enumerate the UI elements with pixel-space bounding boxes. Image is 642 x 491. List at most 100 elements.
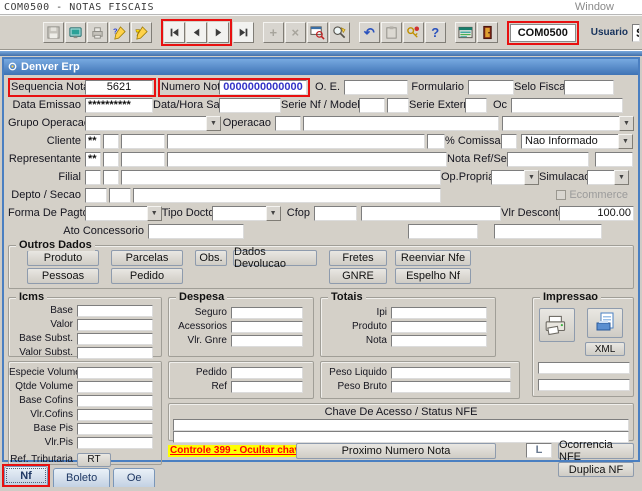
oe-field[interactable] <box>344 79 408 95</box>
chave-field-1[interactable] <box>173 419 629 431</box>
simulacao-dropdown[interactable] <box>587 169 629 185</box>
numero-nota-field[interactable]: 0000000000000 <box>219 79 307 95</box>
operacao-desc-field[interactable] <box>303 115 499 131</box>
gnre-button[interactable]: GNRE <box>329 268 387 284</box>
operacao-code-field[interactable] <box>275 115 301 131</box>
duplica-nf-button[interactable]: Duplica NF <box>558 462 634 477</box>
aux1-field[interactable] <box>408 223 478 239</box>
representante-code-field[interactable] <box>121 151 165 167</box>
forma-pagto-dropdown[interactable] <box>85 205 162 221</box>
comissao-tipo-dropdown[interactable]: Nao Informado <box>521 133 633 149</box>
comissao-field[interactable] <box>501 133 517 149</box>
screen-button[interactable] <box>64 22 86 43</box>
save-button[interactable] <box>42 22 64 43</box>
nav-last-button[interactable] <box>232 22 254 43</box>
icms-base-subst-field[interactable] <box>77 332 153 345</box>
parcelas-button[interactable]: Parcelas <box>111 250 183 266</box>
proximo-numero-nota-button[interactable]: Proximo Numero Nota <box>296 443 496 459</box>
vlr-pis-field[interactable] <box>77 436 153 449</box>
peso-bruto-field[interactable] <box>391 380 511 393</box>
window-menu[interactable]: Window <box>575 1 614 13</box>
cliente-flag-field[interactable]: ** <box>85 133 101 149</box>
tab-nf[interactable]: Nf <box>4 466 48 485</box>
qtde-volume-field[interactable] <box>77 380 153 393</box>
representante-nome-field[interactable] <box>167 151 447 167</box>
cliente-extra-field[interactable] <box>427 133 445 149</box>
data-hora-saida-field[interactable] <box>219 97 281 113</box>
delete-record-button[interactable]: × <box>284 22 306 43</box>
ref-field[interactable] <box>231 380 303 393</box>
representante-flag-field[interactable]: ** <box>85 151 101 167</box>
impressao-field-1[interactable] <box>538 362 630 374</box>
print-button[interactable] <box>86 22 108 43</box>
nav-prev-button[interactable] <box>185 22 207 43</box>
search-edit-button[interactable] <box>328 22 350 43</box>
dados-devolucao-button[interactable]: Dados Devolucao <box>233 246 317 270</box>
filial-code2-field[interactable] <box>103 169 119 185</box>
op-propria-dropdown[interactable] <box>491 169 539 185</box>
total-nota-field[interactable] <box>391 334 487 347</box>
depto-desc-field[interactable] <box>133 187 441 203</box>
vlr-cofins-field[interactable] <box>77 408 153 421</box>
query-button[interactable] <box>306 22 328 43</box>
oc-field[interactable] <box>511 97 623 113</box>
serie-nf-field[interactable] <box>359 97 385 113</box>
base-pis-field[interactable] <box>77 422 153 435</box>
depto-field[interactable] <box>85 187 107 203</box>
sequencia-nota-field[interactable]: 5621 <box>85 79 153 95</box>
nota-ref-field[interactable] <box>507 151 589 167</box>
print-danfe-button[interactable] <box>539 308 575 342</box>
ato-concessorio-field[interactable] <box>148 223 244 239</box>
commit-keys-button[interactable] <box>402 22 424 43</box>
produto-button[interactable]: Produto <box>27 250 99 266</box>
secao-field[interactable] <box>109 187 131 203</box>
acessorios-field[interactable] <box>231 320 303 333</box>
serie-externa-field[interactable] <box>465 97 487 113</box>
menu-list-button[interactable] <box>454 22 476 43</box>
seguro-field[interactable] <box>231 306 303 319</box>
add-record-button[interactable]: + <box>262 22 284 43</box>
nav-first-button[interactable] <box>163 22 185 43</box>
fretes-button[interactable]: Fretes <box>329 250 387 266</box>
nav-next-button[interactable] <box>207 22 229 43</box>
exit-button[interactable] <box>476 22 498 43</box>
pedido-button[interactable]: Pedido <box>111 268 183 284</box>
ipi-field[interactable] <box>391 306 487 319</box>
user-field[interactable]: SUPORT <box>632 23 640 42</box>
help-button[interactable]: ? <box>424 22 446 43</box>
pedido-field[interactable] <box>231 366 303 379</box>
undo-button[interactable]: ↶ <box>358 22 380 43</box>
cliente-code-field[interactable] <box>121 133 165 149</box>
nota-ref-serie-field[interactable] <box>595 151 633 167</box>
reenviar-nfe-button[interactable]: Reenviar Nfe <box>395 250 471 266</box>
grupo-operacao-dropdown[interactable] <box>85 115 221 131</box>
obs-button[interactable]: Obs. <box>195 250 227 266</box>
impressao-field-2[interactable] <box>538 379 630 391</box>
cfop-desc-field[interactable] <box>361 205 502 221</box>
cliente-nome-field[interactable] <box>167 133 425 149</box>
cfop-field[interactable] <box>314 205 358 221</box>
representante-code2-field[interactable] <box>103 151 119 167</box>
cliente-code2-field[interactable] <box>103 133 119 149</box>
modelo-field[interactable] <box>387 97 409 113</box>
icms-base-field[interactable] <box>77 304 153 317</box>
tab-boleto[interactable]: Boleto <box>53 468 111 487</box>
aux2-field[interactable] <box>494 223 602 239</box>
pessoas-button[interactable]: Pessoas <box>27 268 99 284</box>
ecommerce-checkbox[interactable] <box>556 190 567 200</box>
data-emissao-field[interactable]: ********** <box>85 97 153 113</box>
espelho-nf-button[interactable]: Espelho Nf <box>395 268 471 284</box>
peso-liquido-field[interactable] <box>391 366 511 379</box>
filial-nome-field[interactable] <box>121 169 441 185</box>
vlr-gnre-field[interactable] <box>231 334 303 347</box>
icms-valor-field[interactable] <box>77 318 153 331</box>
selo-fiscal-field[interactable] <box>564 79 614 95</box>
ocorrencia-nfe-button[interactable]: Ocorrencia NFE <box>558 439 634 463</box>
especie-volume-field[interactable] <box>77 366 153 379</box>
total-produto-field[interactable] <box>391 320 487 333</box>
vlr-desconto-field[interactable]: 100.00 <box>559 205 635 221</box>
icms-valor-subst-field[interactable] <box>77 346 153 359</box>
l-field[interactable]: L <box>526 443 552 458</box>
print-xml-button[interactable] <box>587 308 623 338</box>
base-cofins-field[interactable] <box>77 394 153 407</box>
